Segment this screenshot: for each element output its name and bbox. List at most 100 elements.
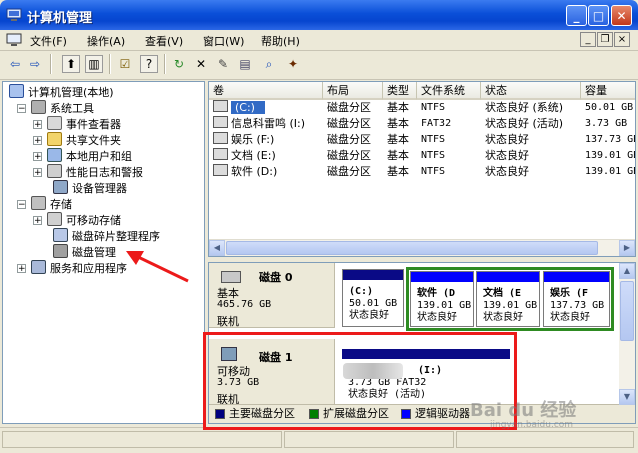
- defrag-icon: [53, 228, 68, 242]
- properties-icon[interactable]: ☑: [116, 55, 134, 73]
- search-icon[interactable]: ⌕: [260, 55, 278, 73]
- legend-extended-swatch: [309, 409, 319, 419]
- expand-icon[interactable]: +: [33, 168, 42, 178]
- tree-node-shared-folders[interactable]: 共享文件夹: [47, 132, 121, 148]
- partition-e[interactable]: 文档 (E 139.01 GB 状态良好: [476, 271, 540, 327]
- disk-graphical-view: 磁盘 0 基本 465.76 GB 联机 (C:) 50.01 GB 状态良好 …: [208, 262, 636, 424]
- performance-icon: [47, 164, 62, 178]
- scroll-thumb[interactable]: [620, 281, 634, 341]
- table-row[interactable]: 软件 (D:) 磁盘分区 基本 NTFS 状态良好 139.01 GB: [209, 164, 635, 180]
- console-tree: 计算机管理(本地) − 系统工具 + 事件查看器 + 共享文件夹 + 本地用户和…: [2, 81, 205, 424]
- toolbox-icon: [31, 100, 46, 114]
- hard-disk-icon: [221, 271, 241, 283]
- partition-f[interactable]: 娱乐 (F 137.73 GB 状态良好: [543, 271, 610, 327]
- minimize-button[interactable]: _: [566, 5, 587, 26]
- disk-view-scrollbar[interactable]: ▲ ▼: [619, 263, 635, 405]
- menu-view[interactable]: 查看(V): [145, 33, 183, 49]
- menu-help[interactable]: 帮助(H): [261, 33, 300, 49]
- volume-icon: [213, 164, 228, 176]
- tree-node-device-manager[interactable]: 设备管理器: [53, 180, 127, 196]
- menu-file[interactable]: 文件(F): [30, 33, 67, 49]
- menu-action[interactable]: 操作(A): [87, 33, 125, 49]
- event-viewer-icon: [47, 116, 62, 130]
- storage-icon: [31, 196, 46, 210]
- close-button[interactable]: ✕: [611, 5, 632, 26]
- services-icon: [31, 260, 46, 274]
- maximize-button[interactable]: □: [588, 5, 609, 26]
- computer-management-icon: [6, 8, 22, 21]
- collapse-icon[interactable]: −: [17, 200, 26, 210]
- tree-node-services[interactable]: 服务和应用程序: [31, 260, 127, 276]
- tree-node-disk-management[interactable]: 磁盘管理: [53, 244, 116, 260]
- removable-disk-icon: [221, 347, 237, 361]
- table-row[interactable]: 文档 (E:) 磁盘分区 基本 NTFS 状态良好 139.01 GB: [209, 148, 635, 164]
- disk-icon[interactable]: ▤: [236, 55, 254, 73]
- delete-icon[interactable]: ✕: [192, 55, 210, 73]
- table-row[interactable]: 娱乐 (F:) 磁盘分区 基本 NTFS 状态良好 137.73 GB: [209, 132, 635, 148]
- forward-icon[interactable]: ⇨: [26, 55, 44, 73]
- status-pane: [456, 431, 634, 448]
- tree-node-defrag[interactable]: 磁盘碎片整理程序: [53, 228, 160, 244]
- mdi-close-button[interactable]: ×: [614, 32, 630, 47]
- legend-logical-label: 逻辑驱动器: [415, 407, 470, 420]
- table-row[interactable]: (C:) 磁盘分区 基本 NTFS 状态良好 (系统) 50.01 GB: [209, 100, 635, 116]
- settings-icon[interactable]: ✎: [214, 55, 232, 73]
- scroll-up-icon[interactable]: ▲: [619, 263, 635, 279]
- wizard-icon[interactable]: ✦: [284, 55, 302, 73]
- volume-icon: [213, 100, 228, 112]
- disk0-label[interactable]: 磁盘 0 基本 465.76 GB 联机: [209, 263, 335, 328]
- legend-extended-label: 扩展磁盘分区: [323, 407, 389, 420]
- column-header-filesystem[interactable]: 文件系统: [417, 82, 481, 100]
- tree-node-perf-logs[interactable]: 性能日志和警报: [47, 164, 143, 180]
- legend-logical-swatch: [401, 409, 411, 419]
- status-pane: [284, 431, 454, 448]
- column-header-volume[interactable]: 卷: [209, 82, 323, 100]
- toolbar-separator: [50, 54, 52, 74]
- mdi-restore-button[interactable]: ❐: [597, 32, 613, 47]
- back-icon[interactable]: ⇦: [6, 55, 24, 73]
- toolbar: ⇦ ⇨ ⬆ ▥ ☑ ? ↻ ✕ ✎ ▤ ⌕ ✦: [0, 51, 638, 80]
- help-icon[interactable]: ?: [140, 55, 158, 73]
- expand-icon[interactable]: +: [33, 216, 42, 226]
- column-header-type[interactable]: 类型: [383, 82, 417, 100]
- blurred-label: [343, 363, 403, 379]
- tree-node-root[interactable]: 计算机管理(本地): [9, 84, 114, 100]
- partition-d[interactable]: 软件 (D 139.01 GB 状态良好: [410, 271, 474, 327]
- disk1-label[interactable]: 磁盘 1 可移动 3.73 GB 联机: [209, 339, 335, 406]
- tree-node-local-users[interactable]: 本地用户和组: [47, 148, 132, 164]
- show-hide-tree-icon[interactable]: ▥: [85, 55, 103, 73]
- tree-node-removable-storage[interactable]: 可移动存储: [47, 212, 121, 228]
- menu-window[interactable]: 窗口(W): [203, 33, 244, 49]
- title-bar[interactable]: 计算机管理 _ □ ✕: [0, 0, 638, 30]
- collapse-icon[interactable]: −: [17, 104, 26, 114]
- scroll-left-icon[interactable]: ◀: [209, 240, 225, 256]
- expand-icon[interactable]: +: [33, 136, 42, 146]
- column-header-status[interactable]: 状态: [481, 82, 581, 100]
- mdi-computer-icon[interactable]: [6, 32, 22, 48]
- scroll-down-icon[interactable]: ▼: [619, 389, 635, 405]
- up-folder-icon[interactable]: ⬆: [62, 55, 80, 73]
- expand-icon[interactable]: +: [17, 264, 26, 274]
- menu-bar: 文件(F) 操作(A) 查看(V) 窗口(W) 帮助(H) _ ❐ ×: [0, 30, 638, 51]
- tree-node-event-viewer[interactable]: 事件查看器: [47, 116, 121, 132]
- partition-legend: 主要磁盘分区 扩展磁盘分区 逻辑驱动器: [209, 404, 635, 423]
- removable-storage-icon: [47, 212, 62, 226]
- volume-icon: [213, 148, 228, 160]
- horizontal-scrollbar[interactable]: ◀ ▶: [209, 239, 635, 256]
- disk-management-icon: [53, 244, 68, 258]
- legend-primary-label: 主要磁盘分区: [229, 407, 295, 420]
- column-header-layout[interactable]: 布局: [323, 82, 383, 100]
- refresh-icon[interactable]: ↻: [170, 55, 188, 73]
- scroll-right-icon[interactable]: ▶: [619, 240, 635, 256]
- tree-node-storage[interactable]: 存储: [31, 196, 72, 212]
- expand-icon[interactable]: +: [33, 152, 42, 162]
- shared-folder-icon: [47, 132, 62, 146]
- toolbar-separator: [109, 54, 111, 74]
- expand-icon[interactable]: +: [33, 120, 42, 130]
- tree-node-system-tools[interactable]: 系统工具: [31, 100, 94, 116]
- table-row[interactable]: 信息科雷鸣 (I:) 磁盘分区 基本 FAT32 状态良好 (活动) 3.73 …: [209, 116, 635, 132]
- column-header-capacity[interactable]: 容量: [581, 82, 635, 100]
- partition-c[interactable]: (C:) 50.01 GB 状态良好: [342, 269, 404, 327]
- mdi-minimize-button[interactable]: _: [580, 32, 596, 47]
- scroll-thumb[interactable]: [226, 241, 598, 255]
